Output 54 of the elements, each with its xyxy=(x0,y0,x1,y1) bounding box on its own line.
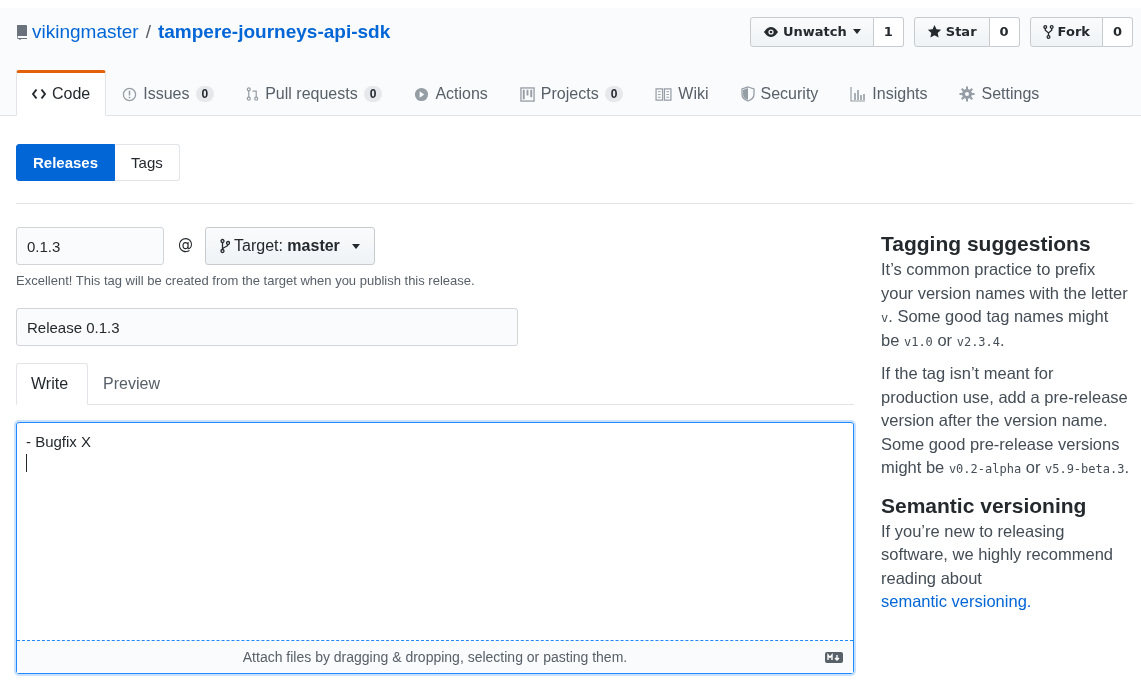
repo-tab[interactable]: Settings xyxy=(943,70,1056,116)
social-count[interactable]: 0 xyxy=(989,16,1020,47)
attach-files-text: Attach files by dragging & dropping, selecting or pasting them. xyxy=(242,649,628,665)
project-board-icon xyxy=(519,86,535,102)
markdown-icon xyxy=(825,651,843,663)
sidebar-heading: Tagging suggestions xyxy=(881,232,1092,256)
social-count[interactable]: 0 xyxy=(1102,16,1133,47)
bar-graph-icon xyxy=(850,86,867,102)
sidebar-heading: Semantic versioning xyxy=(881,493,1088,518)
repo-tab[interactable]: Issues 0 xyxy=(106,70,231,116)
sidebar-paragraph: It’s common practice to prefix your version names with the letter v. Some good tag names might be v1.0 or v2.3.4. xyxy=(881,259,1129,351)
semantic-versioning-link[interactable]: semantic versioning. xyxy=(881,592,1032,610)
caret-icon xyxy=(852,29,861,34)
editor-tab[interactable]: Write xyxy=(16,363,89,405)
sidebar-paragraph: If you’re new to releasing software, we highly recommend reading about semantic versioning. xyxy=(881,520,1114,612)
pull-request-icon xyxy=(246,86,260,102)
book-icon xyxy=(655,87,673,101)
counter: 0 xyxy=(195,86,215,102)
repo-tab[interactable]: Actions xyxy=(398,70,504,116)
fork-icon xyxy=(1042,23,1054,40)
caret-icon xyxy=(351,243,360,249)
play-icon xyxy=(414,86,430,102)
repository-icon xyxy=(16,23,28,40)
repo-tab[interactable]: Security xyxy=(724,70,835,116)
subnav-tab[interactable]: Tags xyxy=(115,144,180,181)
counter: 0 xyxy=(604,86,624,102)
repo-action-button[interactable]: Unwatch xyxy=(749,16,874,47)
path-separator: / xyxy=(145,20,151,43)
repo-name-link[interactable]: tampere-journeys-api-sdk xyxy=(157,20,391,43)
release-title-field[interactable]: Release 0.1.3 xyxy=(16,308,518,346)
issue-icon xyxy=(122,86,138,102)
repo-owner-link[interactable]: vikingmaster xyxy=(32,20,139,43)
settings-icon xyxy=(959,86,976,102)
star-icon xyxy=(926,24,942,39)
social-count[interactable]: 1 xyxy=(873,16,904,47)
counter: 0 xyxy=(363,86,383,102)
repo-tab[interactable]: Wiki xyxy=(639,70,725,116)
tag-input-field[interactable]: 0.1.3 xyxy=(16,227,164,265)
repo-tab[interactable]: Pull requests 0 xyxy=(230,70,399,116)
target-branch-button[interactable]: Target: master xyxy=(205,227,375,265)
editor-tab[interactable]: Preview xyxy=(88,363,180,405)
repo-tab[interactable]: Insights xyxy=(834,70,944,116)
repo-tab[interactable]: Code xyxy=(16,70,107,116)
repo-tab[interactable]: Projects 0 xyxy=(503,70,640,116)
sidebar-paragraph: If the tag isn’t meant for production use, add a pre-release version after the version name. Some good pre-release versions might be v0.2-alpha or v5.9-beta.3. xyxy=(881,363,1131,478)
shield-icon xyxy=(740,86,755,102)
tag-hint: Excellent! This tag will be created from the target when you publish this release. xyxy=(16,273,476,288)
at-sign: @ xyxy=(178,235,193,253)
subnav-tab[interactable]: Releases xyxy=(16,144,116,181)
repo-action-button[interactable]: Star xyxy=(913,16,990,47)
code-icon xyxy=(32,88,46,100)
branch-icon xyxy=(220,238,230,254)
release-notes-field[interactable]: - Bugfix X xyxy=(17,423,853,640)
repo-action-button[interactable]: Fork xyxy=(1029,16,1103,47)
